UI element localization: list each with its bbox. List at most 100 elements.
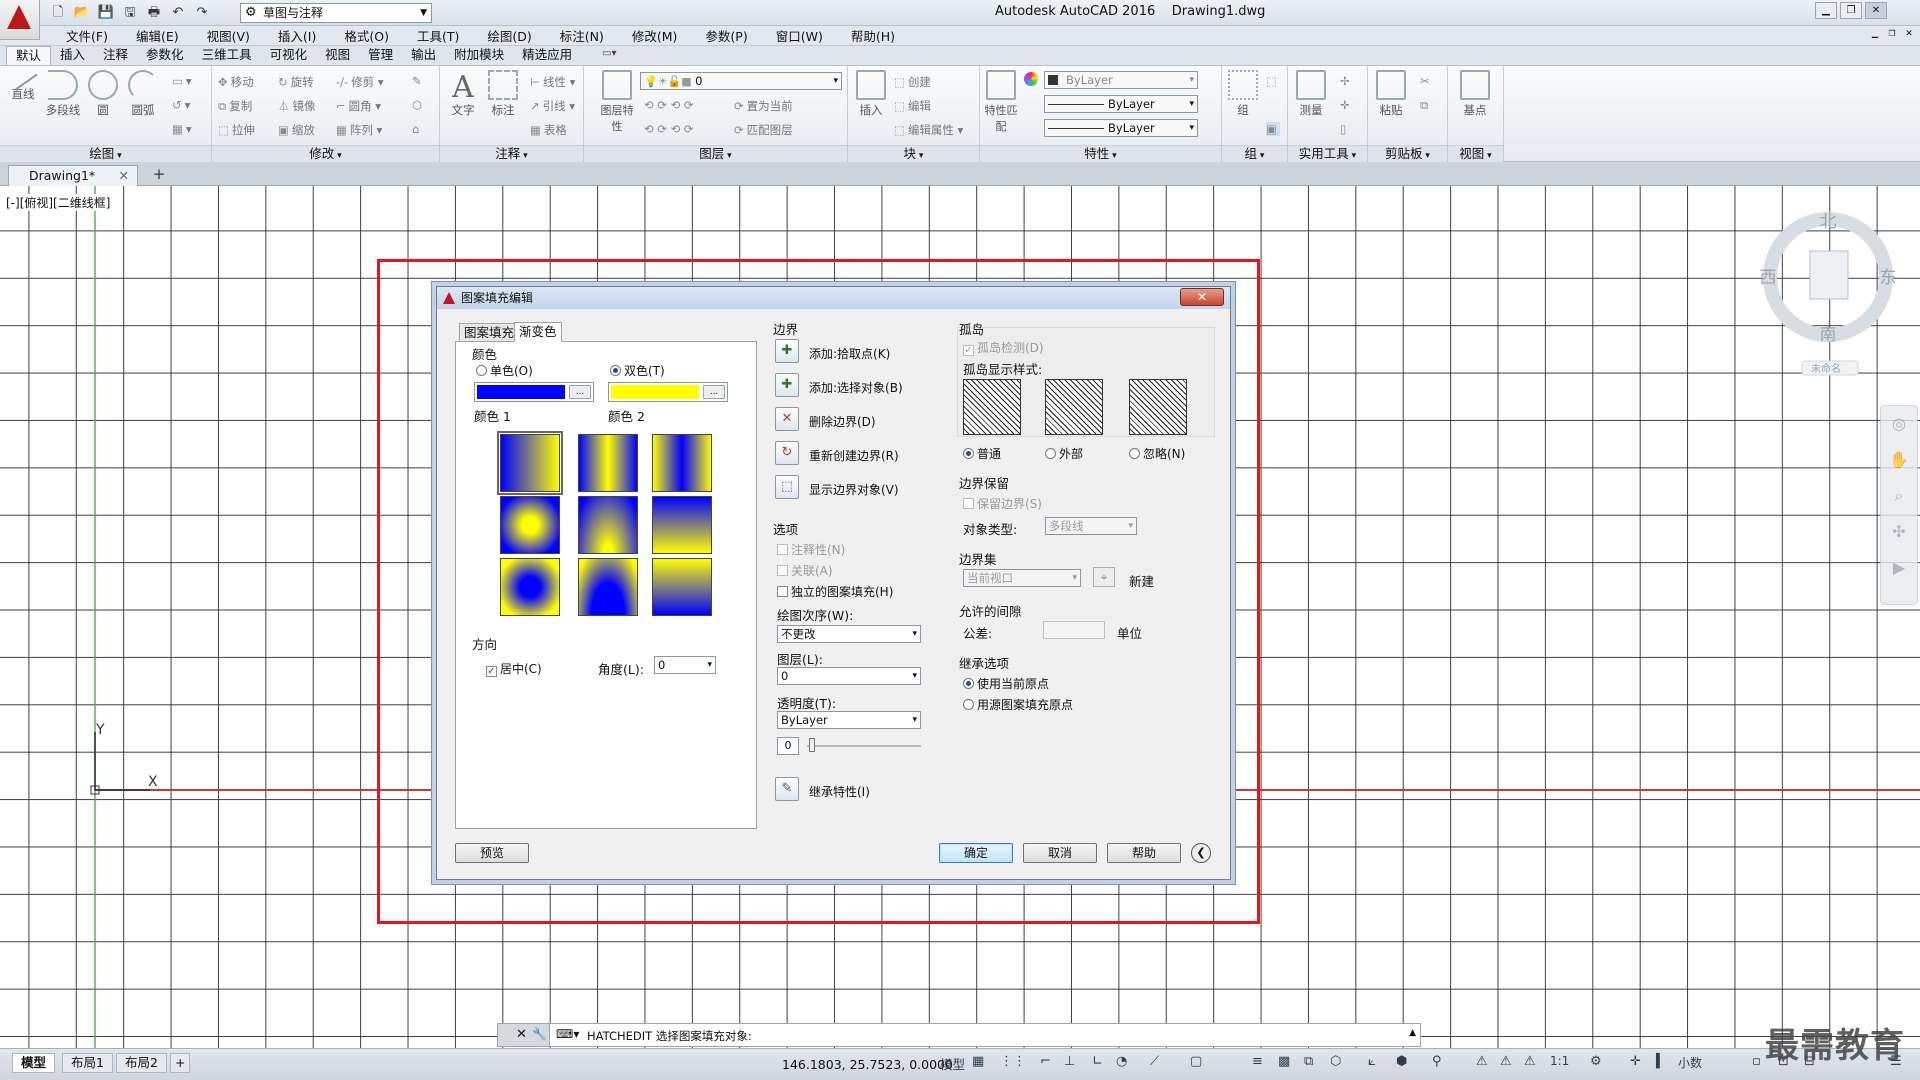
transparency-slider-track[interactable]	[807, 745, 921, 747]
viewcube-south[interactable]: 南	[1820, 325, 1837, 345]
tab-gradient[interactable]: 渐变色	[514, 322, 562, 342]
command-history-icon[interactable]: ▲	[1409, 1028, 1416, 1038]
properties-panel-title[interactable]: 特性	[980, 145, 1221, 162]
doc-minimize-button[interactable]: ▁	[1868, 28, 1882, 42]
ribbon-tab-8[interactable]: 输出	[402, 46, 445, 65]
doc-restore-button[interactable]: ❐	[1885, 28, 1899, 42]
island-outer-preview[interactable]	[1045, 379, 1103, 435]
block-panel-title[interactable]: 块	[848, 145, 979, 162]
selection-filter-icon[interactable]: ⬢	[1396, 1054, 1407, 1069]
leader-tool[interactable]: ↗ 引线 ▾	[530, 98, 575, 114]
print-icon[interactable]: 🖶	[144, 3, 164, 23]
associative-checkbox[interactable]: 关联(A)	[777, 562, 833, 579]
application-menu-button[interactable]	[0, 0, 40, 40]
gizmo-icon[interactable]: ⚲	[1432, 1054, 1442, 1069]
remove-boundaries-icon[interactable]: ✕	[775, 407, 799, 431]
navigation-bar[interactable]: ◎ ✋ ⌕ ✣ ▶	[1880, 405, 1918, 605]
close-button[interactable]: ✕	[1865, 2, 1887, 19]
recreate-boundary-icon[interactable]: ↻	[775, 441, 799, 465]
one-color-radio[interactable]: 单色(O)	[476, 362, 533, 379]
group-select-tool[interactable]: ▣	[1266, 122, 1280, 136]
two-color-radio[interactable]: 双色(T)	[610, 362, 665, 379]
transparency-value-field[interactable]: 0	[777, 737, 799, 755]
ok-button[interactable]: 确定	[939, 843, 1013, 863]
menu-item-1[interactable]: 编辑(E)	[122, 26, 193, 45]
erase-tool[interactable]: ✎	[412, 74, 425, 88]
island-normal-radio[interactable]: 普通	[963, 445, 1001, 462]
ribbon-tab-4[interactable]: 三维工具	[193, 46, 261, 65]
polar-icon[interactable]: ∟	[1092, 1054, 1103, 1069]
centered-checkbox[interactable]: ✓ 居中(C)	[486, 660, 542, 677]
make-current-tool[interactable]: ⟳ 置为当前	[734, 98, 793, 114]
ungroup-tool[interactable]: ⬚	[1266, 74, 1280, 88]
coordinates-readout[interactable]: 146.1803, 25.7523, 0.0000	[782, 1057, 953, 1072]
circle-tool[interactable]: 圆	[84, 70, 122, 118]
scale-tool[interactable]: ▣ 缩放	[278, 122, 315, 138]
island-ignore-preview[interactable]	[1129, 379, 1187, 435]
doc-close-button[interactable]: ✕	[1902, 28, 1916, 42]
measure-tool[interactable]: 测量	[1292, 70, 1330, 118]
new-file-icon[interactable]: 🗋	[48, 3, 68, 23]
layout-tab-2[interactable]: 布局2	[116, 1053, 167, 1073]
layout-tab-model[interactable]: 模型	[12, 1053, 56, 1073]
offset-tool[interactable]: ⌂	[412, 122, 422, 136]
minimize-button[interactable]: ▁	[1815, 2, 1837, 19]
recent-commands-icon[interactable]: ⌨▾	[556, 1027, 579, 1041]
menu-item-0[interactable]: 文件(F)	[52, 26, 122, 45]
transparency-dropdown[interactable]: ByLayer	[777, 711, 921, 729]
boundary-set-dropdown[interactable]: 当前视口	[963, 569, 1081, 587]
tolerance-field[interactable]	[1043, 621, 1105, 639]
transparency-icon[interactable]: ▩	[1278, 1054, 1290, 1069]
gradient-swatch-linear[interactable]	[497, 431, 563, 495]
utility-tool-3[interactable]: ▯	[1340, 122, 1349, 136]
add-layout-button[interactable]: +	[170, 1053, 191, 1073]
arc-tool[interactable]: 圆弧	[124, 70, 162, 118]
layer-properties-tool[interactable]: 图层特性	[598, 70, 636, 134]
viewcube-north[interactable]: 北	[1820, 212, 1837, 232]
more-draw-tool[interactable]: ▦ ▾	[172, 122, 192, 136]
color-wheel-icon[interactable]	[1024, 72, 1038, 86]
lineweight-icon[interactable]: ≡	[1252, 1054, 1263, 1069]
help-button[interactable]: 帮助	[1107, 843, 1181, 863]
gradient-swatch-spherical[interactable]	[500, 496, 560, 554]
layer-dropdown-dialog[interactable]: 0	[777, 667, 921, 685]
ortho-icon[interactable]: ⊥	[1064, 1054, 1075, 1069]
model-space-button[interactable]: 模型	[940, 1054, 965, 1073]
viewcube-east[interactable]: 东	[1880, 268, 1897, 288]
tab-hatch[interactable]: 图案填充	[459, 323, 520, 343]
preview-button[interactable]: 预览	[455, 843, 529, 863]
angle-dropdown[interactable]: 0	[654, 656, 716, 674]
recreate-boundary-button[interactable]: 重新创建边界(R)	[809, 447, 899, 464]
line-tool[interactable]: 直线	[4, 63, 42, 102]
linear-dim-tool[interactable]: ⊢ 线性 ▾	[530, 74, 575, 90]
color2-browse-button[interactable]: ...	[703, 385, 725, 399]
stretch-tool[interactable]: ⬚ 拉伸	[218, 122, 255, 138]
move-tool[interactable]: ✥ 移动	[218, 74, 254, 90]
linetype-dropdown[interactable]: ByLayer	[1044, 95, 1198, 113]
menu-item-2[interactable]: 视图(V)	[193, 26, 264, 45]
menu-item-10[interactable]: 窗口(W)	[762, 26, 837, 45]
cut-tool[interactable]: ✂	[1420, 74, 1433, 88]
add-pick-points-button[interactable]: 添加:拾取点(K)	[809, 345, 890, 362]
object-snap-icon[interactable]: ▢	[1190, 1054, 1202, 1069]
object-type-dropdown[interactable]: 多段线	[1045, 517, 1137, 535]
clipboard-panel-title[interactable]: 剪贴板	[1368, 145, 1447, 162]
rotate-tool[interactable]: ↻ 旋转	[278, 74, 314, 90]
text-tool[interactable]: A 文字	[444, 70, 482, 118]
add-select-objects-button[interactable]: 添加:选择对象(B)	[809, 379, 903, 396]
new-boundary-set-button[interactable]: 新建	[1129, 571, 1154, 590]
open-file-icon[interactable]: 📂	[72, 3, 92, 23]
color1-browse-button[interactable]: ...	[569, 385, 591, 399]
paste-tool[interactable]: 粘贴	[1372, 70, 1410, 118]
ribbon-tab-5[interactable]: 可视化	[261, 46, 317, 65]
menu-item-4[interactable]: 格式(O)	[330, 26, 403, 45]
hatch-tool[interactable]: ↺ ▾	[172, 98, 190, 112]
viewcube-wcs[interactable]: 未命名	[1811, 362, 1841, 375]
workspace-dropdown[interactable]: ⚙ 草图与注释 ▼	[240, 3, 432, 23]
copy-tool[interactable]: ⧉ 复制	[218, 98, 252, 114]
isodraft-icon[interactable]: ◔	[1116, 1054, 1127, 1069]
insert-block-tool[interactable]: 插入	[852, 70, 890, 118]
dynamic-input-icon[interactable]: ⌐	[1040, 1054, 1051, 1069]
grid-icon[interactable]: ▦	[972, 1054, 984, 1069]
3d-osnap-icon[interactable]: ⬡	[1330, 1054, 1341, 1069]
